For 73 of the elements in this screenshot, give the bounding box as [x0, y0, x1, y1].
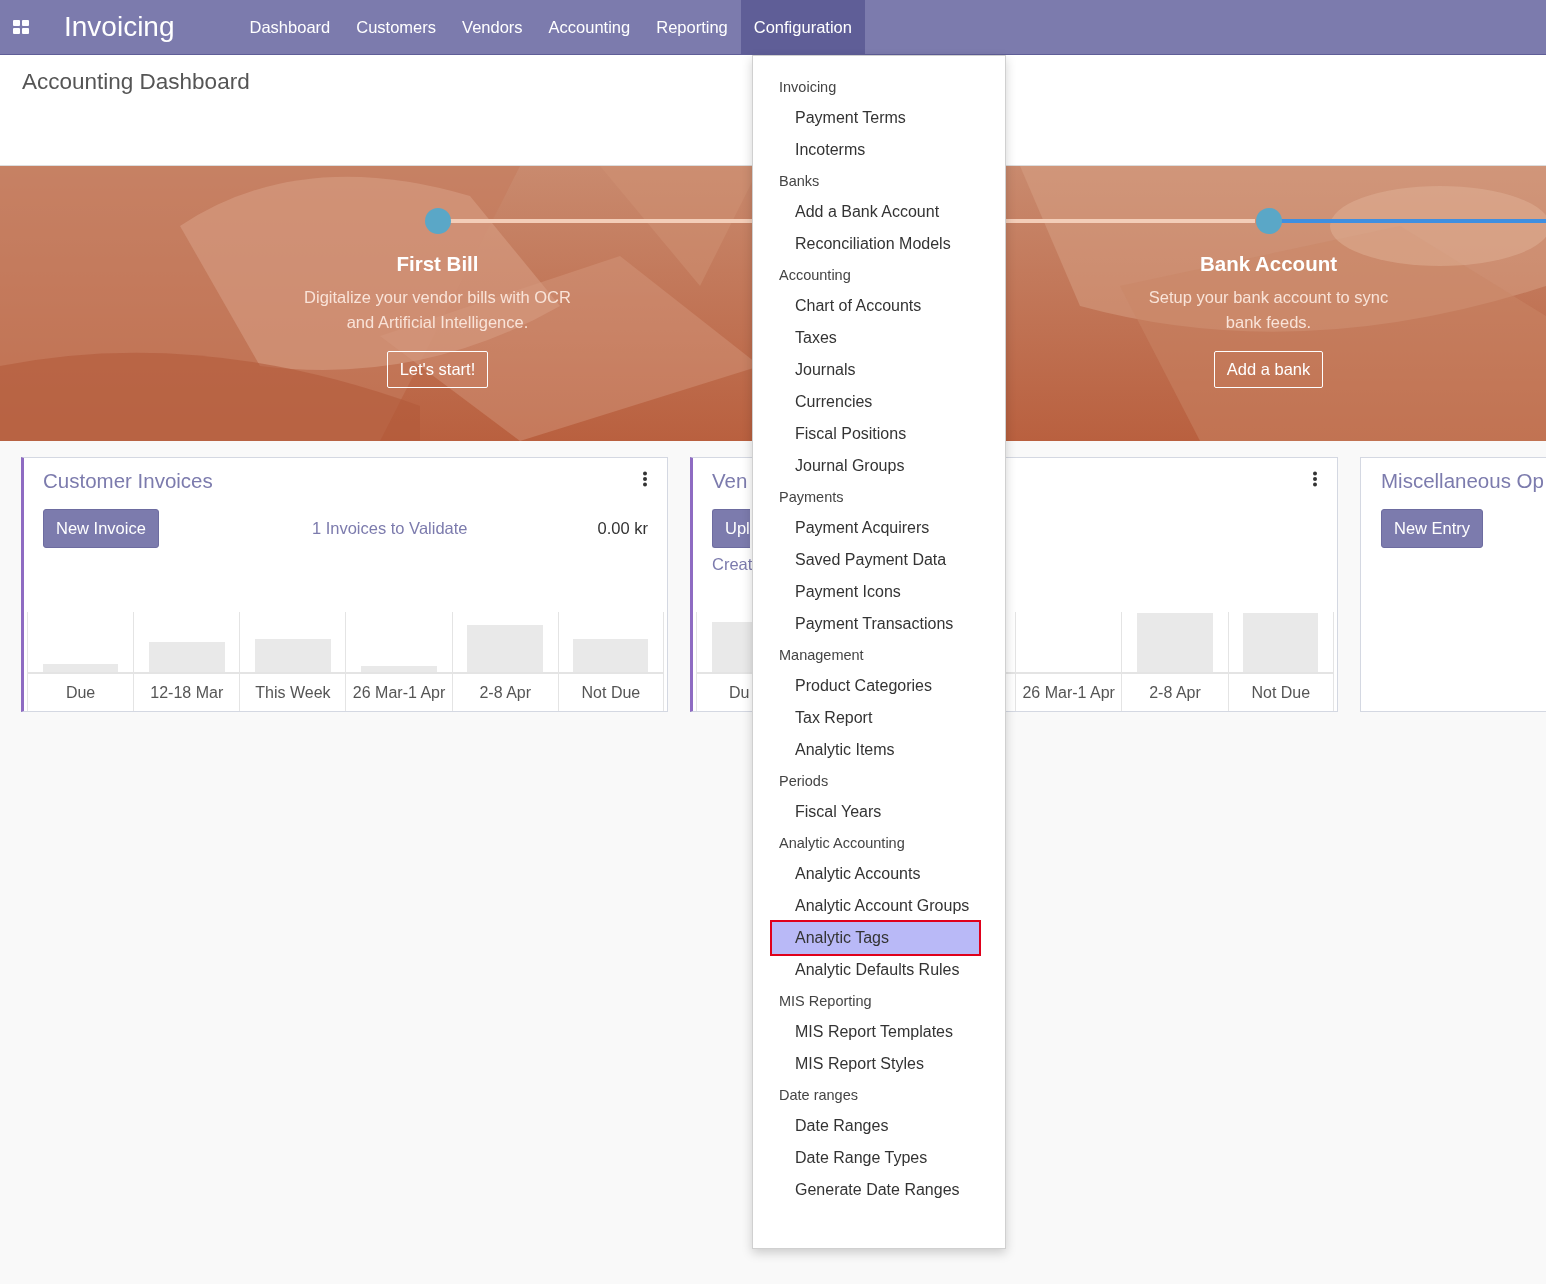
axis-label: 12-18 Mar	[150, 683, 224, 702]
menu-section-header: Invoicing	[779, 79, 837, 95]
menu-item[interactable]: Analytic Items	[770, 734, 981, 766]
menu-item[interactable]: Tax Report	[770, 702, 981, 734]
axis-label: Du	[728, 683, 750, 702]
menu-item[interactable]: Journals	[770, 354, 981, 386]
step-description: bank feeds.	[1225, 312, 1312, 333]
create-link[interactable]: Creat	[712, 555, 753, 574]
card-title[interactable]: Customer Invoices	[43, 469, 213, 493]
apps-grid-icon[interactable]	[13, 19, 29, 35]
menu-item[interactable]: Reconciliation Models	[770, 228, 981, 260]
menu-item[interactable]: Incoterms	[770, 134, 981, 166]
axis-label: Not Due	[581, 683, 641, 702]
kebab-menu-icon[interactable]	[642, 471, 648, 487]
menu-section-header: MIS Reporting	[779, 993, 872, 1009]
upload-button[interactable]: Upl	[712, 509, 750, 548]
menu-item[interactable]: Analytic Account Groups	[770, 890, 981, 922]
axis-label: Due	[65, 683, 96, 702]
step-description: Setup your bank account to sync	[1148, 287, 1389, 308]
menu-item[interactable]: Date Range Types	[770, 1142, 981, 1174]
menu-section-header: Accounting	[779, 267, 851, 283]
menu-item[interactable]: Analytic Accounts	[770, 858, 981, 890]
menu-item[interactable]: Fiscal Positions	[770, 418, 981, 450]
new-invoice-button[interactable]: New Invoice	[43, 509, 159, 548]
menu-section-header: Management	[779, 647, 864, 663]
menu-item[interactable]: Journal Groups	[770, 450, 981, 482]
nav-menu[interactable]: Reporting	[643, 0, 741, 54]
validate-link[interactable]: 1 Invoices to Validate	[311, 519, 468, 538]
axis-label: 2-8 Apr	[479, 683, 532, 702]
nav-menu[interactable]: Customers	[343, 0, 450, 54]
new-entry-button[interactable]: New Entry	[1381, 509, 1484, 548]
menu-section-header: Banks	[779, 173, 820, 189]
step-title: Bank Account	[1199, 252, 1338, 276]
nav-menu[interactable]: Configuration	[740, 0, 865, 54]
axis-label: 2-8 Apr	[1149, 683, 1201, 702]
kebab-menu-icon[interactable]	[1312, 471, 1318, 487]
menu-item[interactable]: Analytic Tags	[770, 920, 981, 956]
menu-item[interactable]: MIS Report Templates	[770, 1016, 981, 1048]
menu-section-header: Analytic Accounting	[779, 835, 905, 851]
step-description: and Artificial Intelligence.	[346, 312, 529, 333]
card-title[interactable]: Miscellaneous Op	[1381, 469, 1544, 493]
menu-section-header: Date ranges	[779, 1087, 858, 1103]
menu-item[interactable]: Chart of Accounts	[770, 290, 981, 322]
menu-item[interactable]: MIS Report Styles	[770, 1048, 981, 1080]
menu-item[interactable]: Payment Transactions	[770, 608, 981, 640]
menu-item[interactable]: Generate Date Ranges	[770, 1174, 981, 1206]
menu-item[interactable]: Analytic Defaults Rules	[770, 954, 981, 986]
app-name[interactable]: Invoicing	[64, 11, 175, 43]
menu-item[interactable]: Taxes	[770, 322, 981, 354]
menu-item[interactable]: Add a Bank Account	[770, 196, 981, 228]
menu-item[interactable]: Currencies	[770, 386, 981, 418]
breadcrumb: Accounting Dashboard	[22, 69, 250, 95]
step-button[interactable]: Let's start!	[386, 351, 489, 388]
step-title: First Bill	[396, 252, 479, 276]
axis-label: This Week	[255, 683, 331, 702]
menu-item[interactable]: Payment Acquirers	[770, 512, 981, 544]
axis-label: 26 Mar-1 Apr	[352, 683, 446, 702]
nav-menu[interactable]: Vendors	[449, 0, 536, 54]
axis-label: Not Due	[1251, 683, 1311, 702]
menu-item[interactable]: Date Ranges	[770, 1110, 981, 1142]
nav-menu[interactable]: Dashboard	[236, 0, 344, 54]
menu-item[interactable]: Product Categories	[770, 670, 981, 702]
menu-item[interactable]: Saved Payment Data	[770, 544, 981, 576]
card-title[interactable]: Ven	[712, 469, 748, 493]
nav-menu[interactable]: Accounting	[535, 0, 644, 54]
menu-item[interactable]: Fiscal Years	[770, 796, 981, 828]
step-description: Digitalize your vendor bills with OCR	[304, 287, 571, 308]
menu-section-header: Payments	[779, 489, 844, 505]
menu-item[interactable]: Payment Terms	[770, 102, 981, 134]
axis-label: 26 Mar-1 Apr	[1022, 683, 1115, 702]
menu-item[interactable]: Payment Icons	[770, 576, 981, 608]
amount-text: 0.00 kr	[597, 519, 648, 538]
menu-section-header: Periods	[779, 773, 829, 789]
